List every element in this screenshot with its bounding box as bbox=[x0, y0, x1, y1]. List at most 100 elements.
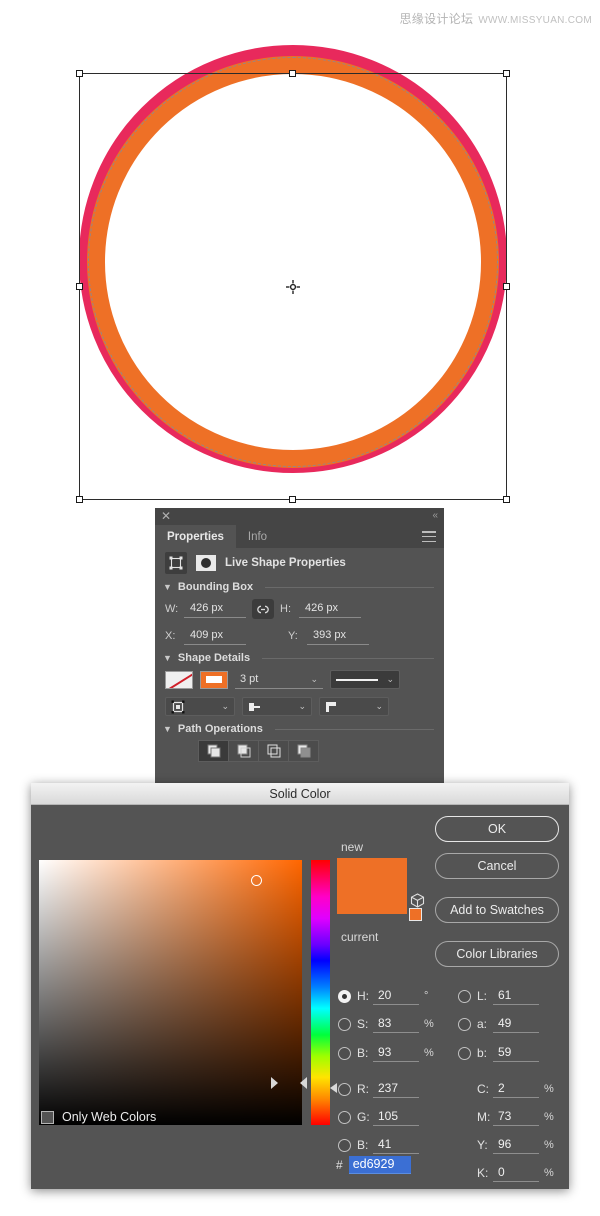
stroke-corners-dropdown[interactable]: ⌄ bbox=[319, 697, 389, 716]
tab-properties[interactable]: Properties bbox=[155, 525, 236, 548]
cancel-button[interactable]: Cancel bbox=[435, 853, 559, 879]
hue-slider-marker-right[interactable] bbox=[300, 1077, 307, 1089]
stroke-options-row: ⌄ ⌄ ⌄ bbox=[155, 693, 444, 720]
stroke-swatch[interactable] bbox=[200, 670, 228, 689]
section-shape-details-title: Shape Details bbox=[177, 652, 251, 664]
handle-top-left[interactable] bbox=[76, 70, 83, 77]
panel-menu-icon[interactable] bbox=[422, 531, 436, 542]
y-input[interactable]: 393 px bbox=[307, 627, 369, 645]
watermark-cn: 思缘设计论坛 bbox=[399, 12, 474, 26]
panel-tab-bar: Properties Info bbox=[155, 525, 444, 548]
only-web-colors-label: Only Web Colors bbox=[62, 1110, 157, 1124]
blue-input[interactable]: 41 bbox=[373, 1136, 419, 1154]
lab-b-label: b: bbox=[477, 1046, 488, 1060]
red-radio[interactable] bbox=[338, 1082, 351, 1096]
lab-a-input[interactable]: 49 bbox=[493, 1015, 539, 1033]
saturation-radio[interactable] bbox=[338, 1017, 351, 1031]
handle-middle-left[interactable] bbox=[76, 282, 83, 290]
saturation-input[interactable]: 83 bbox=[373, 1015, 419, 1033]
section-shape-details-header[interactable]: ▼ Shape Details bbox=[155, 649, 444, 666]
green-label: G: bbox=[357, 1110, 370, 1124]
lab-b-radio[interactable] bbox=[458, 1046, 471, 1060]
height-input[interactable]: 426 px bbox=[299, 600, 361, 618]
handle-top-center[interactable] bbox=[289, 70, 296, 77]
stroke-width-value: 3 pt bbox=[240, 673, 259, 685]
path-operations-row bbox=[155, 737, 444, 768]
cyan-input[interactable]: 2 bbox=[493, 1080, 539, 1098]
handle-bottom-left[interactable] bbox=[76, 496, 83, 503]
add-to-swatches-button[interactable]: Add to Swatches bbox=[435, 897, 559, 923]
ok-button[interactable]: OK bbox=[435, 816, 559, 842]
document-canvas[interactable] bbox=[0, 28, 600, 503]
lab-b-row: b: 59 bbox=[458, 1043, 539, 1063]
hue-slider[interactable] bbox=[311, 860, 330, 1125]
stroke-width-dropdown[interactable]: 3 pt ⌄ bbox=[235, 670, 323, 689]
green-radio[interactable] bbox=[338, 1110, 351, 1124]
stroke-align-icon bbox=[171, 700, 185, 714]
blue-radio[interactable] bbox=[338, 1138, 351, 1152]
handle-bottom-center[interactable] bbox=[289, 496, 296, 503]
green-input[interactable]: 105 bbox=[373, 1108, 419, 1126]
red-row: R: 237 bbox=[338, 1079, 419, 1099]
stroke-caps-dropdown[interactable]: ⌄ bbox=[242, 697, 312, 716]
combine-shapes-button[interactable] bbox=[198, 740, 229, 762]
handle-bottom-right[interactable] bbox=[503, 496, 510, 503]
stroke-align-dropdown[interactable]: ⌄ bbox=[165, 697, 235, 716]
only-web-colors-checkbox[interactable] bbox=[41, 1110, 54, 1124]
black-label: K: bbox=[477, 1166, 489, 1180]
magenta-unit: % bbox=[544, 1111, 554, 1123]
subtract-front-shape-button[interactable] bbox=[228, 740, 259, 762]
width-label: W: bbox=[165, 603, 179, 615]
divider bbox=[262, 657, 434, 659]
color-picker-handle[interactable] bbox=[251, 875, 262, 886]
reference-point-icon[interactable] bbox=[286, 279, 300, 294]
handle-middle-right[interactable] bbox=[503, 282, 510, 290]
section-bounding-box-header[interactable]: ▼ Bounding Box bbox=[155, 578, 444, 595]
intersect-shape-areas-button[interactable] bbox=[258, 740, 289, 762]
lab-l-radio[interactable] bbox=[458, 989, 471, 1003]
blue-row: B: 41 bbox=[338, 1135, 419, 1155]
hue-slider-marker-left[interactable] bbox=[271, 1077, 278, 1089]
yellow-label: Y: bbox=[477, 1138, 488, 1152]
stroke-style-dropdown[interactable]: ⌄ bbox=[330, 670, 400, 689]
fill-swatch[interactable] bbox=[165, 670, 193, 689]
lab-l-input[interactable]: 61 bbox=[493, 987, 539, 1005]
handle-top-right[interactable] bbox=[503, 70, 510, 77]
tab-info[interactable]: Info bbox=[236, 525, 279, 548]
magenta-input[interactable]: 73 bbox=[493, 1108, 539, 1126]
brightness-label: B: bbox=[357, 1046, 369, 1060]
close-icon[interactable]: ✕ bbox=[160, 510, 172, 522]
chevron-down-icon: ⌄ bbox=[310, 673, 318, 684]
hue-radio[interactable] bbox=[338, 989, 351, 1003]
height-label: H: bbox=[280, 603, 291, 615]
hue-input[interactable]: 20 bbox=[373, 987, 419, 1005]
transform-bounding-box[interactable] bbox=[76, 70, 510, 503]
color-libraries-button[interactable]: Color Libraries bbox=[435, 941, 559, 967]
width-input[interactable]: 426 px bbox=[184, 600, 246, 618]
chevron-down-icon: ⌄ bbox=[298, 701, 306, 711]
exclude-overlapping-shapes-button[interactable] bbox=[288, 740, 319, 762]
black-input[interactable]: 0 bbox=[493, 1164, 539, 1182]
new-color-label: new bbox=[341, 840, 364, 854]
brightness-input[interactable]: 93 bbox=[373, 1044, 419, 1062]
red-input[interactable]: 237 bbox=[373, 1080, 419, 1098]
cyan-row: C: 2 % bbox=[477, 1079, 554, 1099]
lab-b-input[interactable]: 59 bbox=[493, 1044, 539, 1062]
section-path-operations-header[interactable]: ▼ Path Operations bbox=[155, 720, 444, 737]
lab-a-radio[interactable] bbox=[458, 1017, 471, 1031]
saturation-unit: % bbox=[424, 1018, 434, 1030]
only-web-colors-row[interactable]: Only Web Colors bbox=[41, 1110, 156, 1124]
web-safe-color-swatch[interactable] bbox=[409, 908, 422, 921]
blue-label: B: bbox=[357, 1138, 369, 1152]
brightness-radio[interactable] bbox=[338, 1046, 351, 1060]
hex-row: # ed6929 bbox=[336, 1156, 411, 1174]
lab-a-row: a: 49 bbox=[458, 1014, 539, 1034]
link-icon[interactable] bbox=[252, 599, 274, 619]
green-row: G: 105 bbox=[338, 1107, 419, 1127]
hex-input[interactable]: ed6929 bbox=[348, 1156, 411, 1174]
x-input[interactable]: 409 px bbox=[184, 627, 246, 645]
new-color-swatch[interactable] bbox=[337, 858, 407, 914]
yellow-input[interactable]: 96 bbox=[493, 1136, 539, 1154]
color-field[interactable] bbox=[39, 860, 302, 1125]
collapse-panel-icon[interactable]: « bbox=[432, 510, 438, 522]
